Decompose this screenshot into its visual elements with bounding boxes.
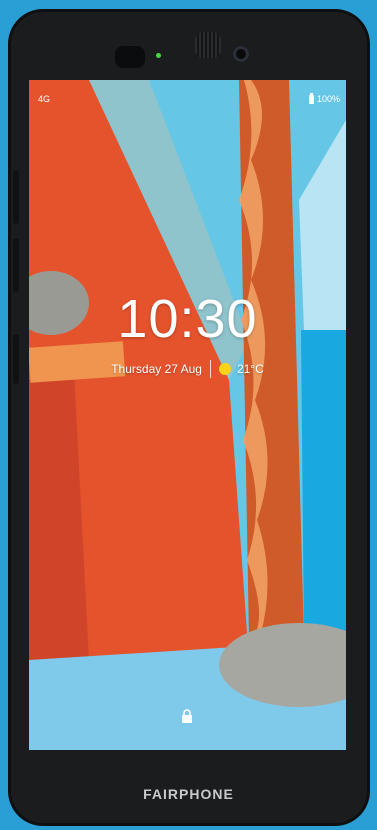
- lock-screen[interactable]: 4G 100% 10:30 Thursday 27 Aug 21°C: [29, 80, 346, 750]
- volume-up-button[interactable]: [13, 170, 19, 224]
- lock-icon[interactable]: [180, 709, 194, 723]
- lock-screen-clock: 10:30: [117, 289, 258, 349]
- brand-logo: FAIRPHONE: [143, 786, 234, 802]
- battery-indicator: 100%: [308, 92, 340, 104]
- status-bar: 4G 100%: [29, 92, 346, 108]
- date-weather-row: Thursday 27 Aug 21°C: [29, 360, 346, 378]
- volume-down-button[interactable]: [13, 238, 19, 292]
- wallpaper: [29, 80, 346, 750]
- divider: [209, 360, 211, 378]
- temperature-label: 21°C: [236, 362, 264, 376]
- weather-widget[interactable]: 21°C: [218, 362, 264, 376]
- sun-icon: [218, 363, 231, 375]
- battery-percentage: 100%: [316, 94, 340, 104]
- notification-led: [156, 53, 161, 58]
- battery-icon: [308, 92, 314, 104]
- earpiece-speaker: [195, 32, 221, 58]
- front-camera-icon: [233, 46, 249, 62]
- power-button[interactable]: [13, 334, 19, 384]
- network-indicator: 4G: [38, 94, 51, 104]
- date-label: Thursday 27 Aug: [111, 362, 202, 376]
- proximity-sensor: [115, 46, 145, 68]
